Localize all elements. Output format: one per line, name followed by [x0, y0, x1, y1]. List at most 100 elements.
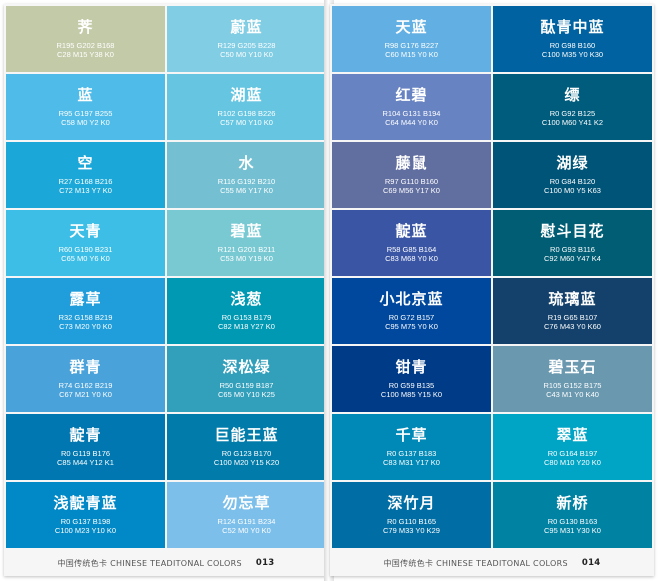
swatch-rgb: R97 G110 B160 — [384, 176, 439, 186]
swatch-name: 靛蓝 — [395, 221, 428, 240]
color-swatch: 蔚蓝 R129 G205 B228 C50 M0 Y10 K0 — [167, 6, 326, 72]
swatch-name: 缥 — [564, 85, 581, 104]
right-swatch-grid: 天蓝 R98 G176 B227 C60 M15 Y0 K0 酞青中蓝 R0 G98 B… — [332, 6, 652, 548]
swatch-name: 酞青中蓝 — [540, 17, 605, 36]
swatch-cmyk: C69 M56 Y17 K0 — [383, 186, 440, 195]
color-swatch: 酞青中蓝 R0 G98 B160 C100 M35 Y0 K30 — [493, 6, 652, 72]
swatch-rgb: R0 G110 B165 — [386, 516, 437, 526]
swatch-cmyk: C100 M35 Y0 K30 — [541, 50, 604, 59]
swatch-cmyk: C82 M18 Y27 K0 — [218, 322, 275, 331]
swatch-rgb: R0 G72 B157 — [388, 312, 435, 322]
color-swatch: 巨能王蓝 R0 G123 B170 C100 M20 Y15 K20 — [167, 414, 326, 480]
swatch-name: 深竹月 — [387, 493, 436, 512]
swatch-cmyk: C52 M0 Y0 K0 — [222, 526, 271, 535]
color-swatch: 藤鼠 R97 G110 B160 C69 M56 Y17 K0 — [332, 142, 491, 208]
swatch-rgb: R0 G84 B120 — [549, 176, 596, 186]
color-swatch: 空 R27 G168 B216 C72 M13 Y7 K0 — [6, 142, 165, 208]
swatch-cmyk: C76 M43 Y0 K60 — [544, 322, 601, 331]
color-swatch: 琉璃蓝 R19 G65 B107 C76 M43 Y0 K60 — [493, 278, 652, 344]
swatch-cmyk: C100 M60 Y41 K2 — [541, 118, 604, 127]
swatch-cmyk: C50 M0 Y10 K0 — [220, 50, 273, 59]
color-swatch: 浅葱 R0 G153 B179 C82 M18 Y27 K0 — [167, 278, 326, 344]
swatch-name: 碧蓝 — [230, 221, 263, 240]
swatch-rgb: R0 G137 B183 — [386, 448, 437, 458]
swatch-cmyk: C58 M0 Y2 K0 — [61, 118, 110, 127]
swatch-name: 蔚蓝 — [230, 17, 263, 36]
swatch-rgb: R58 G85 B164 — [386, 244, 437, 254]
swatch-rgb: R0 G98 B160 — [549, 40, 596, 50]
color-swatch: 勿忘草 R124 G191 B234 C52 M0 Y0 K0 — [167, 482, 326, 548]
color-swatch: 慰斗目花 R0 G93 B116 C92 M60 Y47 K4 — [493, 210, 652, 276]
swatch-rgb: R0 G119 B176 — [60, 448, 111, 458]
swatch-name: 天青 — [69, 221, 102, 240]
swatch-cmyk: C43 M1 Y0 K40 — [546, 390, 599, 399]
swatch-cmyk: C73 M20 Y0 K0 — [59, 322, 112, 331]
color-swatch: 荠 R195 G202 B168 C28 M15 Y38 K0 — [6, 6, 165, 72]
swatch-cmyk: C65 M0 Y6 K0 — [61, 254, 110, 263]
swatch-rgb: R0 G92 B125 — [549, 108, 596, 118]
swatch-rgb: R19 G65 B107 — [547, 312, 598, 322]
color-swatch: 天青 R60 G190 B231 C65 M0 Y6 K0 — [6, 210, 165, 276]
color-swatch: 新桥 R0 G130 B163 C95 M31 Y30 K0 — [493, 482, 652, 548]
swatch-rgb: R102 G198 B226 — [217, 108, 276, 118]
swatch-rgb: R121 G201 B211 — [217, 244, 276, 254]
swatch-name: 琉璃蓝 — [548, 289, 597, 308]
swatch-rgb: R0 G164 B197 — [547, 448, 598, 458]
swatch-rgb: R98 G176 B227 — [384, 40, 439, 50]
color-swatch: 靛蓝 R58 G85 B164 C83 M68 Y0 K0 — [332, 210, 491, 276]
swatch-name: 天蓝 — [395, 17, 428, 36]
swatch-name: 小北京蓝 — [379, 289, 444, 308]
swatch-name: 碧玉石 — [548, 357, 597, 376]
swatch-name: 新桥 — [556, 493, 589, 512]
swatch-cmyk: C60 M15 Y0 K0 — [385, 50, 438, 59]
swatch-cmyk: C100 M23 Y10 K0 — [54, 526, 117, 535]
color-swatch: 群青 R74 G162 B219 C67 M21 Y0 K0 — [6, 346, 165, 412]
footer-title: 中国传统色卡 CHINESE TEADITONAL COLORS — [383, 558, 568, 568]
swatch-cmyk: C79 M33 Y0 K29 — [383, 526, 440, 535]
color-swatch: 深松绿 R50 G159 B187 C65 M0 Y10 K25 — [167, 346, 326, 412]
swatch-name: 千草 — [395, 425, 428, 444]
page-number: 013 — [255, 558, 275, 568]
color-swatch: 水 R116 G192 B210 C55 M6 Y17 K0 — [167, 142, 326, 208]
color-swatch: 湖绿 R0 G84 B120 C100 M0 Y5 K63 — [493, 142, 652, 208]
swatch-rgb: R32 G158 B219 — [58, 312, 113, 322]
swatch-cmyk: C57 M0 Y10 K0 — [220, 118, 273, 127]
swatch-cmyk: C95 M75 Y0 K0 — [385, 322, 438, 331]
color-swatch: 红碧 R104 G131 B194 C64 M44 Y0 K0 — [332, 74, 491, 140]
swatch-rgb: R27 G168 B216 — [58, 176, 113, 186]
color-swatch: 碧蓝 R121 G201 B211 C53 M0 Y19 K0 — [167, 210, 326, 276]
swatch-rgb: R105 G152 B175 — [543, 380, 602, 390]
swatch-name: 浅靛青蓝 — [53, 493, 118, 512]
color-swatch: 浅靛青蓝 R0 G137 B198 C100 M23 Y10 K0 — [6, 482, 165, 548]
color-swatch: 天蓝 R98 G176 B227 C60 M15 Y0 K0 — [332, 6, 491, 72]
swatch-cmyk: C83 M31 Y17 K0 — [383, 458, 440, 467]
swatch-name: 慰斗目花 — [540, 221, 605, 240]
swatch-rgb: R104 G131 B194 — [382, 108, 441, 118]
swatch-rgb: R0 G93 B116 — [550, 244, 595, 254]
swatch-name: 红碧 — [395, 85, 428, 104]
swatch-cmyk: C72 M13 Y7 K0 — [59, 186, 112, 195]
right-page: 天蓝 R98 G176 B227 C60 M15 Y0 K0 酞青中蓝 R0 G98 B… — [330, 4, 654, 576]
swatch-rgb: R129 G205 B228 — [217, 40, 276, 50]
swatch-name: 露草 — [69, 289, 102, 308]
swatch-cmyk: C95 M31 Y30 K0 — [544, 526, 601, 535]
swatch-cmyk: C64 M44 Y0 K0 — [385, 118, 438, 127]
swatch-name: 湖绿 — [556, 153, 589, 172]
swatch-name: 翠蓝 — [556, 425, 589, 444]
swatch-rgb: R0 G153 B179 — [221, 312, 272, 322]
page-number: 014 — [581, 558, 601, 568]
swatch-name: 藤鼠 — [395, 153, 428, 172]
swatch-rgb: R116 G192 B210 — [217, 176, 276, 186]
swatch-name: 深松绿 — [222, 357, 271, 376]
color-swatch: 蓝 R95 G197 B255 C58 M0 Y2 K0 — [6, 74, 165, 140]
swatch-rgb: R95 G197 B255 — [58, 108, 113, 118]
color-swatch: 湖蓝 R102 G198 B226 C57 M0 Y10 K0 — [167, 74, 326, 140]
swatch-rgb: R50 G159 B187 — [219, 380, 274, 390]
color-swatch: 靛青 R0 G119 B176 C85 M44 Y12 K1 — [6, 414, 165, 480]
swatch-rgb: R60 G190 B231 — [58, 244, 113, 254]
swatch-name: 浅葱 — [230, 289, 263, 308]
left-page: 荠 R195 G202 B168 C28 M15 Y38 K0 蔚蓝 R129 G205… — [4, 4, 328, 576]
swatch-name: 钳青 — [395, 357, 428, 376]
swatch-cmyk: C92 M60 Y47 K4 — [544, 254, 601, 263]
swatch-rgb: R0 G123 B170 — [221, 448, 272, 458]
